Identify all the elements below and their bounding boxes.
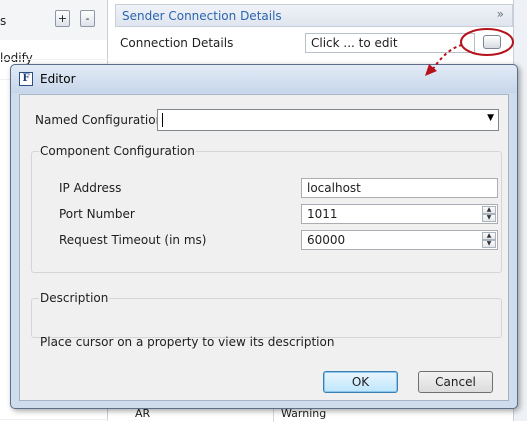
component-configuration-title: Component Configuration	[39, 144, 196, 158]
chevron-down-icon[interactable]: ▼	[487, 113, 494, 123]
text-caret	[162, 113, 163, 127]
ip-address-label: IP Address	[59, 181, 122, 195]
port-number-input[interactable]: 1011 ▲ ▼	[301, 204, 498, 224]
cancel-button[interactable]: Cancel	[418, 371, 493, 393]
description-text: Place cursor on a property to view its d…	[40, 335, 335, 349]
arrow-up-icon[interactable]: ▲	[482, 206, 496, 214]
arrow-up-icon[interactable]: ▲	[482, 232, 496, 240]
app-icon: F	[19, 72, 33, 86]
property-label: Connection Details	[120, 36, 234, 50]
dialog-titlebar[interactable]: F Editor	[11, 65, 517, 93]
request-timeout-value: 60000	[307, 233, 346, 247]
component-configuration-group: Component Configuration IP Address local…	[31, 144, 502, 273]
description-group: Description	[31, 291, 502, 338]
collapse-icon[interactable]: »	[497, 7, 504, 21]
remove-button[interactable]: -	[80, 10, 95, 27]
arrow-down-icon[interactable]: ▼	[482, 240, 496, 248]
port-number-label: Port Number	[59, 207, 135, 221]
port-number-spinner[interactable]: ▲ ▼	[482, 206, 496, 222]
left-panel-header-text: s	[0, 14, 7, 28]
named-configuration-select[interactable]: ▼	[157, 109, 499, 131]
editor-dialog: F Editor Named Configuration ▼ Component…	[10, 64, 518, 409]
property-row-connection-details: Connection Details Click ... to edit	[115, 30, 513, 56]
section-header-sender-connection[interactable]: Sender Connection Details »	[115, 4, 513, 27]
ip-address-value: localhost	[307, 181, 361, 195]
section-title: Sender Connection Details	[122, 9, 282, 23]
ellipsis-button[interactable]	[483, 35, 501, 49]
property-value-text: Click ... to edit	[311, 36, 398, 50]
port-number-value: 1011	[307, 207, 338, 221]
named-configuration-label: Named Configuration	[35, 113, 164, 127]
ip-address-input[interactable]: localhost	[301, 178, 498, 198]
request-timeout-spinner[interactable]: ▲ ▼	[482, 232, 496, 248]
arrow-down-icon[interactable]: ▼	[482, 214, 496, 222]
ok-button[interactable]: OK	[323, 371, 398, 393]
property-value-field[interactable]: Click ... to edit	[305, 33, 475, 53]
add-button[interactable]: +	[55, 10, 70, 27]
description-title: Description	[39, 291, 110, 305]
request-timeout-label: Request Timeout (in ms)	[59, 233, 207, 247]
request-timeout-input[interactable]: 60000 ▲ ▼	[301, 230, 498, 250]
dialog-content: Named Configuration ▼ Component Configur…	[19, 94, 509, 401]
left-panel-header: s + -	[0, 0, 108, 40]
dialog-title: Editor	[40, 72, 76, 86]
